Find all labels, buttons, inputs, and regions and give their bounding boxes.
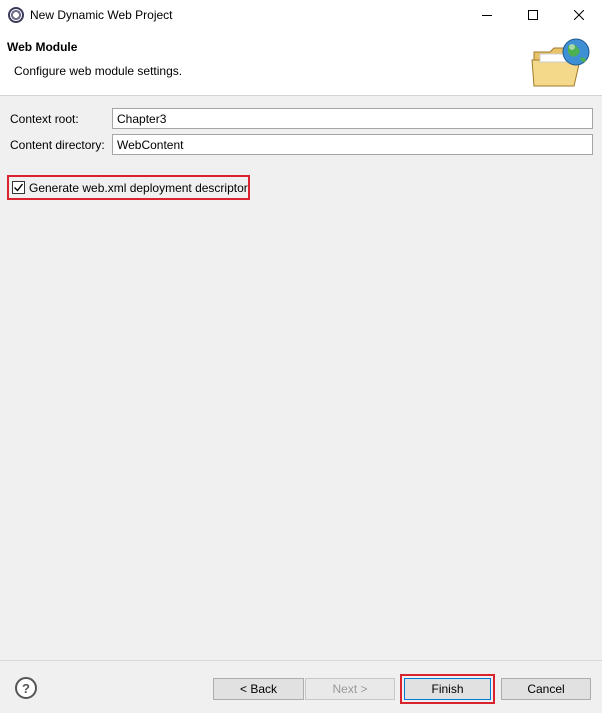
finish-button[interactable]: Finish <box>404 678 491 700</box>
window-title: New Dynamic Web Project <box>30 8 173 22</box>
minimize-icon <box>482 15 492 16</box>
page-title: Web Module <box>7 40 78 54</box>
help-icon: ? <box>22 680 30 696</box>
checkmark-icon <box>14 183 24 192</box>
back-button[interactable]: < Back <box>213 678 304 700</box>
web-folder-globe-icon <box>531 38 590 87</box>
page-description: Configure web module settings. <box>14 64 183 78</box>
title-bar: New Dynamic Web Project <box>0 0 602 30</box>
wizard-banner: Web Module Configure web module settings… <box>0 30 602 96</box>
minimize-button[interactable] <box>464 0 510 30</box>
next-button[interactable]: Next > <box>305 678 395 700</box>
button-bar-separator <box>0 660 602 661</box>
eclipse-icon <box>8 7 24 23</box>
context-root-label: Context root: <box>10 112 79 126</box>
content-directory-label: Content directory: <box>10 138 105 152</box>
help-button[interactable]: ? <box>15 677 37 699</box>
content-directory-input[interactable] <box>112 134 593 155</box>
context-root-input[interactable] <box>112 108 593 129</box>
maximize-button[interactable] <box>510 0 556 30</box>
generate-xml-checkbox[interactable] <box>12 181 25 194</box>
generate-xml-option[interactable]: Generate web.xml deployment descriptor <box>7 175 250 200</box>
close-icon <box>574 10 584 20</box>
close-button[interactable] <box>556 0 602 30</box>
cancel-button[interactable]: Cancel <box>501 678 591 700</box>
generate-xml-label: Generate web.xml deployment descriptor <box>29 180 248 195</box>
maximize-icon <box>528 10 538 20</box>
